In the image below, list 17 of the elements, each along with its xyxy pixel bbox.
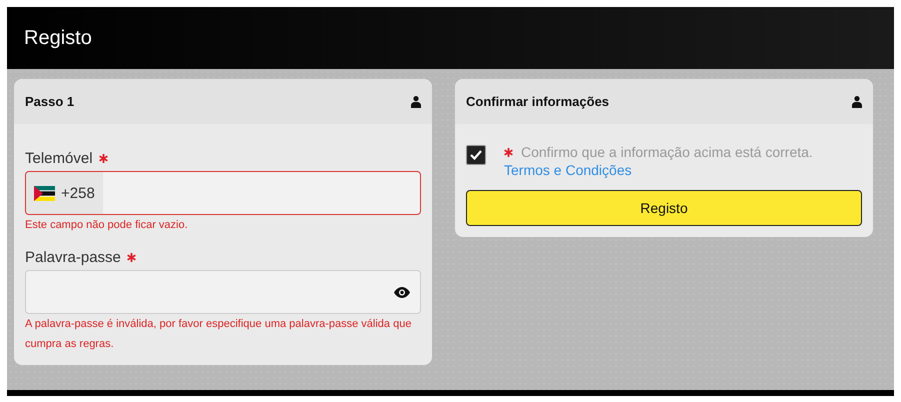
field-label: Telemóvel [25, 150, 93, 167]
card-title: Confirmar informações [466, 94, 610, 109]
card-title: Passo 1 [25, 94, 74, 109]
checkbox-label: Confirmo que a informação acima está correta. [521, 144, 813, 160]
flag-icon [34, 186, 55, 200]
checkbox[interactable] [466, 145, 486, 165]
error-message: Este campo não pode ficar vazio. [25, 218, 189, 233]
eye-icon[interactable] [394, 286, 410, 298]
check-icon [470, 150, 482, 160]
country-code[interactable]: +258 [61, 184, 95, 202]
phone-field[interactable]: +258 [25, 171, 421, 215]
user-icon [411, 96, 421, 108]
register-button[interactable]: Registo [466, 190, 862, 226]
field-label: Palavra-passe [25, 249, 121, 266]
error-message: A palavra-passe é inválida, por favor especifique uma palavra-passe válida que cumpra as regras. [25, 317, 412, 352]
user-icon [852, 96, 862, 108]
page-title: Registo [24, 26, 92, 50]
